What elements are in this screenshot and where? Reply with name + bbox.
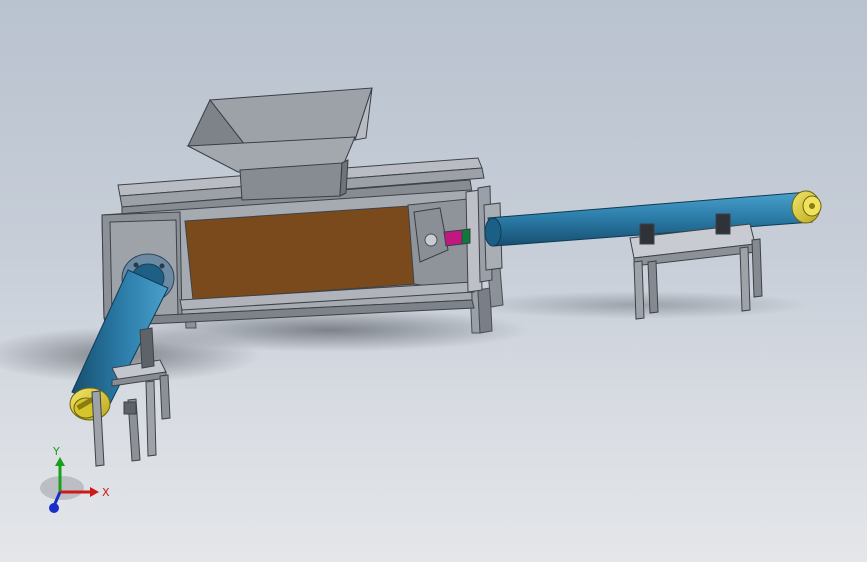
y-axis-label: Y [52, 445, 60, 458]
brown-panel [184, 205, 417, 301]
3d-model-view[interactable] [0, 0, 867, 562]
coordinate-triad: Y X [40, 445, 110, 513]
x-axis-label: X [102, 486, 110, 499]
graphics-viewport[interactable]: Y X [0, 0, 867, 562]
coupling [443, 229, 463, 247]
